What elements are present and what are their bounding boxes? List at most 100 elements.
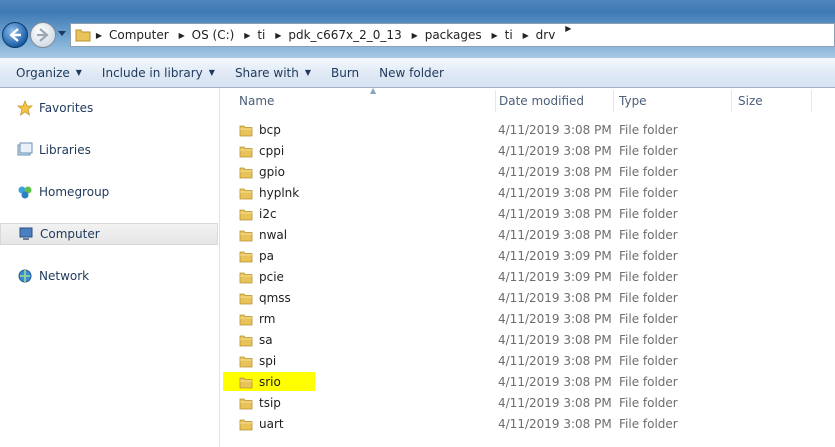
file-row[interactable]: uart 4/11/2019 3:08 PM File folder — [221, 413, 835, 434]
include-in-library-button[interactable]: Include in library ▼ — [92, 61, 225, 85]
file-row[interactable]: sa 4/11/2019 3:08 PM File folder — [221, 329, 835, 350]
burn-button[interactable]: Burn — [321, 61, 369, 85]
nav-computer[interactable]: Computer — [0, 223, 218, 245]
file-type: File folder — [619, 269, 678, 284]
file-row[interactable]: i2c 4/11/2019 3:08 PM File folder — [221, 203, 835, 224]
file-row[interactable]: bcp 4/11/2019 3:08 PM File folder — [221, 119, 835, 140]
folder-icon — [239, 392, 253, 413]
breadcrumb-label: pdk_c667x_2_0_13 — [288, 28, 402, 42]
file-row[interactable]: pa 4/11/2019 3:09 PM File folder — [221, 245, 835, 266]
nav-network[interactable]: Network — [16, 266, 89, 286]
folder-icon — [239, 161, 253, 182]
folder-icon — [239, 350, 253, 371]
breadcrumb-chevron-icon[interactable]: ▶ — [560, 24, 576, 46]
file-type: File folder — [619, 290, 678, 305]
file-name: pa — [259, 248, 274, 263]
computer-icon — [17, 226, 35, 242]
folder-icon — [239, 119, 253, 140]
file-row[interactable]: nwal 4/11/2019 3:08 PM File folder — [221, 224, 835, 245]
recent-pages-chevron-icon[interactable] — [58, 31, 66, 37]
file-date: 4/11/2019 3:08 PM — [498, 311, 612, 326]
command-bar: Organize ▼ Include in library ▼ Share with ▼ B… — [0, 58, 835, 88]
column-label: Date modified — [499, 94, 585, 108]
organize-button[interactable]: Organize ▼ — [6, 61, 92, 85]
breadcrumb-item[interactable]: ▶ ti — [487, 24, 518, 46]
file-name: uart — [259, 416, 284, 431]
file-row[interactable]: gpio 4/11/2019 3:08 PM File folder — [221, 161, 835, 182]
folder-icon — [239, 413, 253, 434]
file-type: File folder — [619, 374, 678, 389]
file-date: 4/11/2019 3:08 PM — [498, 353, 612, 368]
folder-icon — [75, 29, 91, 42]
file-name: tsip — [259, 395, 281, 410]
folder-icon — [239, 371, 253, 392]
file-type: File folder — [619, 416, 678, 431]
column-header-type[interactable]: Type — [613, 88, 731, 114]
file-date: 4/11/2019 3:09 PM — [498, 248, 612, 263]
breadcrumb-item[interactable]: ▶ drv — [518, 24, 561, 46]
command-label: Burn — [331, 65, 360, 80]
breadcrumb-label: ti — [257, 28, 266, 42]
file-row[interactable]: rm 4/11/2019 3:08 PM File folder — [221, 308, 835, 329]
breadcrumb-chevron-icon[interactable]: ▶ — [270, 31, 286, 40]
column-header-name[interactable]: Name ▲ — [233, 86, 495, 114]
network-icon — [16, 268, 34, 284]
breadcrumb-label: ti — [504, 28, 513, 42]
file-name: cppi — [259, 143, 285, 158]
breadcrumb-chevron-icon[interactable]: ▶ — [174, 31, 190, 40]
window-titlebar: ▶ Computer ▶ OS (C:) ▶ ti ▶ pdk_c667x_2_0_13 ▶ pa… — [0, 0, 835, 58]
breadcrumb-chevron-icon[interactable]: ▶ — [91, 31, 107, 40]
file-type: File folder — [619, 185, 678, 200]
file-type: File folder — [619, 353, 678, 368]
file-row[interactable]: pcie 4/11/2019 3:09 PM File folder — [221, 266, 835, 287]
command-label: Organize — [16, 65, 70, 80]
address-bar[interactable]: ▶ Computer ▶ OS (C:) ▶ ti ▶ pdk_c667x_2_0_13 ▶ pa… — [70, 23, 835, 47]
breadcrumb-chevron-icon[interactable]: ▶ — [239, 31, 255, 40]
new-folder-button[interactable]: New folder — [369, 61, 454, 85]
breadcrumb-chevron-icon[interactable]: ▶ — [407, 31, 423, 40]
file-row[interactable]: cppi 4/11/2019 3:08 PM File folder — [221, 140, 835, 161]
folder-icon — [239, 140, 253, 161]
column-label: Size — [738, 94, 763, 108]
breadcrumb-item[interactable]: ▶ packages — [407, 24, 487, 46]
breadcrumb-item[interactable]: ▶ OS (C:) — [174, 24, 240, 46]
library-icon — [16, 142, 34, 158]
breadcrumb-item[interactable]: ▶ pdk_c667x_2_0_13 — [270, 24, 406, 46]
file-type: File folder — [619, 248, 678, 263]
file-name: bcp — [259, 122, 281, 137]
share-with-button[interactable]: Share with ▼ — [225, 61, 321, 85]
file-list: Name ▲ Date modified Type Size bcp 4/11/2… — [221, 86, 835, 447]
back-button[interactable] — [2, 22, 28, 48]
breadcrumb-item[interactable]: ▶ ti — [239, 24, 270, 46]
file-row[interactable]: srio 4/11/2019 3:08 PM File folder — [221, 371, 835, 392]
breadcrumb-chevron-icon[interactable]: ▶ — [518, 31, 534, 40]
folder-icon — [239, 203, 253, 224]
file-date: 4/11/2019 3:08 PM — [498, 374, 612, 389]
file-date: 4/11/2019 3:08 PM — [498, 122, 612, 137]
breadcrumb-label: drv — [535, 28, 556, 42]
nav-homegroup[interactable]: Homegroup — [16, 182, 109, 202]
chevron-down-icon: ▼ — [208, 68, 215, 77]
file-row[interactable]: tsip 4/11/2019 3:08 PM File folder — [221, 392, 835, 413]
nav-label: Network — [39, 269, 90, 283]
column-header-date[interactable]: Date modified — [493, 88, 613, 114]
folder-icon — [239, 182, 253, 203]
breadcrumb-item[interactable]: ▶ Computer — [91, 24, 174, 46]
file-date: 4/11/2019 3:08 PM — [498, 290, 612, 305]
breadcrumb-chevron-icon[interactable]: ▶ — [487, 31, 503, 40]
forward-button[interactable] — [30, 22, 56, 48]
file-row[interactable]: qmss 4/11/2019 3:08 PM File folder — [221, 287, 835, 308]
nav-favorites[interactable]: Favorites — [16, 98, 93, 118]
column-header-size[interactable]: Size — [732, 88, 812, 114]
column-divider[interactable] — [811, 90, 812, 112]
nav-libraries[interactable]: Libraries — [16, 140, 91, 160]
file-row[interactable]: spi 4/11/2019 3:08 PM File folder — [221, 350, 835, 371]
file-row[interactable]: hyplnk 4/11/2019 3:08 PM File folder — [221, 182, 835, 203]
sort-ascending-icon: ▲ — [370, 86, 377, 95]
forward-arrow-icon — [37, 28, 49, 42]
file-name: hyplnk — [259, 185, 300, 200]
folder-icon — [239, 266, 253, 287]
file-type: File folder — [619, 164, 678, 179]
file-date: 4/11/2019 3:08 PM — [498, 164, 612, 179]
homegroup-icon — [16, 184, 34, 200]
